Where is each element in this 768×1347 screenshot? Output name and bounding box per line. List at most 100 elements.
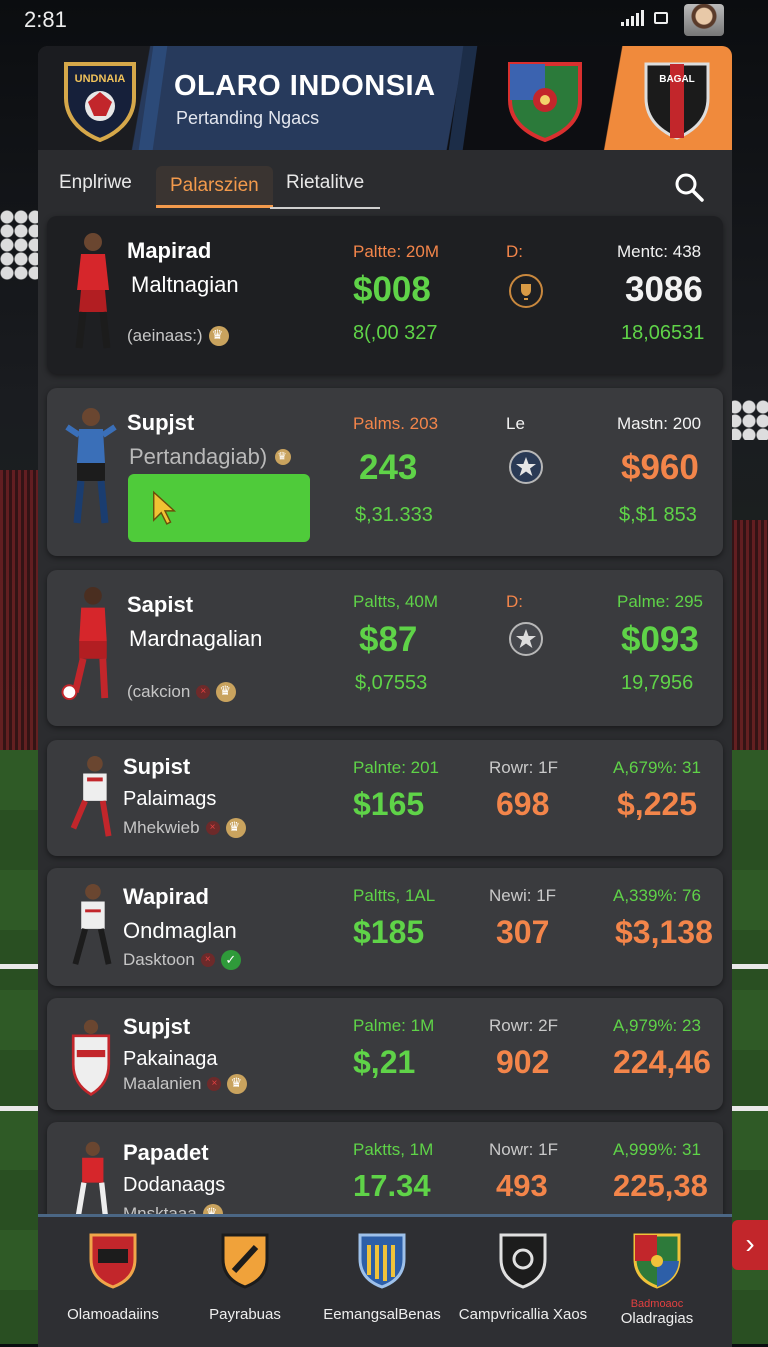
- status-bar: 2:81: [0, 0, 768, 40]
- signal-icon: [621, 10, 644, 26]
- player-tag: Mhekwieb ×: [123, 818, 246, 838]
- stat-label: Mastn: 200: [617, 414, 702, 433]
- logo-text: UNDNAIA: [75, 73, 126, 85]
- select-player-button[interactable]: [128, 474, 310, 542]
- tab-bar: Enplriwe Palarszien Rietalitve: [38, 156, 732, 214]
- stat-value: $093: [621, 620, 699, 659]
- next-page-chevron-icon[interactable]: ›: [732, 1220, 768, 1270]
- stat-label: Mentc: 438: [617, 242, 702, 261]
- stat-label: Le: [506, 414, 525, 433]
- player-avatar: [65, 408, 117, 524]
- nav-item-olamoadaiins[interactable]: Olamoadaiins: [48, 1231, 178, 1323]
- stat-value: $008: [353, 270, 431, 309]
- stat-label: Palms. 203: [353, 414, 439, 433]
- player-avatar: [75, 233, 111, 349]
- player-card[interactable]: Supjst Pertandagiab) Palms. 203 243 $,31…: [47, 388, 723, 556]
- status-time: 2:81: [24, 7, 67, 32]
- team-crest-icon: BAGAL: [644, 62, 710, 140]
- stat-value: 243: [359, 448, 418, 487]
- player-tag: (cakcion ×: [127, 682, 237, 702]
- stat-sub: 18,06531: [621, 322, 705, 344]
- close-badge-icon: ×: [196, 685, 211, 699]
- player-card[interactable]: Wapirad Ondmaglan Dasktoon × ✓ Paltts, 1AL…: [47, 868, 723, 986]
- stat-sub: $,$1 853: [619, 504, 697, 526]
- stat-value: 224,46: [613, 1044, 711, 1080]
- star-icon: [509, 622, 543, 656]
- stat-sub: $,07553: [355, 672, 428, 694]
- gold-badge-icon: [208, 326, 229, 346]
- shield-icon: [221, 1233, 269, 1289]
- gold-badge-icon: [275, 449, 292, 465]
- stat-label: Palnte: 201: [353, 758, 440, 777]
- floodlight-left: [0, 210, 40, 280]
- shield-icon: [89, 1233, 137, 1289]
- stat-label: Paltts, 1AL: [353, 886, 436, 905]
- player-subname: Pakainaga: [123, 1048, 218, 1070]
- player-subname: Maltnagian: [131, 272, 239, 297]
- status-icons: [621, 10, 668, 26]
- app-subtitle: Pertanding Ngacs: [176, 108, 320, 128]
- player-avatar: [71, 1019, 111, 1096]
- tab-enplriwe[interactable]: Enplriwe: [59, 172, 132, 212]
- tab-rietalitve[interactable]: Rietalitve: [286, 172, 364, 212]
- search-icon[interactable]: [672, 170, 706, 204]
- player-subname: Pertandagiab): [129, 444, 293, 470]
- player-card[interactable]: Sapist Mardnagalian (cakcion× Paltts, 40…: [47, 570, 723, 726]
- close-badge-icon: ×: [205, 821, 220, 835]
- stat-value: $185: [353, 914, 425, 950]
- player-name: Papadet: [123, 1140, 209, 1165]
- crowd-left: [0, 470, 40, 750]
- stat-label: D:: [506, 592, 523, 611]
- stat-label: Paktts, 1M: [353, 1140, 434, 1159]
- stat-value: 698: [496, 786, 550, 822]
- nav-label: EemangsalBenas: [323, 1306, 441, 1323]
- close-badge-icon: ×: [207, 1077, 222, 1091]
- gold-badge-icon: [227, 1074, 248, 1094]
- bottom-nav: Olamoadaiins Payrabuas EemangsalBenas Ca…: [38, 1214, 732, 1347]
- stat-value: 307: [496, 914, 550, 950]
- stat-value: $,21: [353, 1044, 416, 1080]
- cursor-icon: [153, 490, 177, 525]
- stat-label: Nowr: 1F: [489, 1140, 558, 1159]
- gold-badge-icon: [216, 682, 237, 702]
- player-name: Sapist: [127, 592, 194, 617]
- stat-value: $3,138: [615, 914, 713, 950]
- nav-item-campvricallia-xaos[interactable]: Campvricallia Xaos: [458, 1231, 588, 1323]
- crowd-right: [728, 520, 768, 750]
- shield-icon: [358, 1233, 406, 1289]
- stat-label: Newi: 1F: [489, 886, 557, 905]
- stat-label: Paltts, 40M: [353, 592, 439, 611]
- avatar[interactable]: [684, 4, 724, 36]
- stat-label: Rowr: 2F: [489, 1016, 558, 1035]
- stat-sub: 8(,00 327: [353, 322, 438, 344]
- player-subname: Palaimags: [123, 788, 217, 810]
- player-tag: Dasktoon × ✓: [123, 950, 241, 970]
- nav-item-oladragias[interactable]: Badmoaoc Oladragias: [592, 1231, 722, 1327]
- close-badge-icon: ×: [200, 953, 215, 967]
- floodlight-right: [728, 400, 768, 440]
- stat-label: Paltte: 20M: [353, 242, 439, 261]
- player-tag: Maalanien ×: [123, 1074, 248, 1094]
- app-window: UNDNAIA OLARO INDONSIA Pertanding Ngacs …: [38, 46, 732, 1344]
- check-badge-icon: ✓: [220, 950, 241, 970]
- camera-icon: [654, 12, 668, 24]
- player-card[interactable]: Mapirad Maltnagian (aeinaas:) Paltte: 20…: [47, 216, 723, 374]
- gold-badge-icon: [225, 818, 246, 838]
- nav-item-payrabuas[interactable]: Payrabuas: [180, 1231, 310, 1323]
- stat-label: A,679%: 31: [613, 758, 701, 777]
- player-subname: Mardnagalian: [129, 626, 263, 651]
- nav-label: Campvricallia Xaos: [458, 1306, 588, 1323]
- stat-label: A,339%: 76: [613, 886, 701, 905]
- nav-badge: Badmoaoc: [630, 1298, 684, 1310]
- tab-palarszien[interactable]: Palarszien: [156, 166, 273, 208]
- player-tag: (aeinaas:): [127, 326, 229, 346]
- stat-label: Palme: 1M: [353, 1016, 435, 1035]
- stat-value: 493: [496, 1168, 548, 1203]
- player-card[interactable]: Supjst Pakainaga Maalanien× Palme: 1M $,…: [47, 998, 723, 1110]
- header-banner: UNDNAIA OLARO INDONSIA Pertanding Ngacs …: [38, 46, 732, 150]
- player-name: Supjst: [127, 410, 195, 435]
- nav-item-eemangsalbenas[interactable]: EemangsalBenas: [317, 1231, 447, 1323]
- stat-value: $87: [359, 620, 418, 659]
- player-card[interactable]: Supist Palaimags Mhekwieb× Palnte: 201 $…: [47, 740, 723, 856]
- player-name: Wapirad: [123, 884, 209, 909]
